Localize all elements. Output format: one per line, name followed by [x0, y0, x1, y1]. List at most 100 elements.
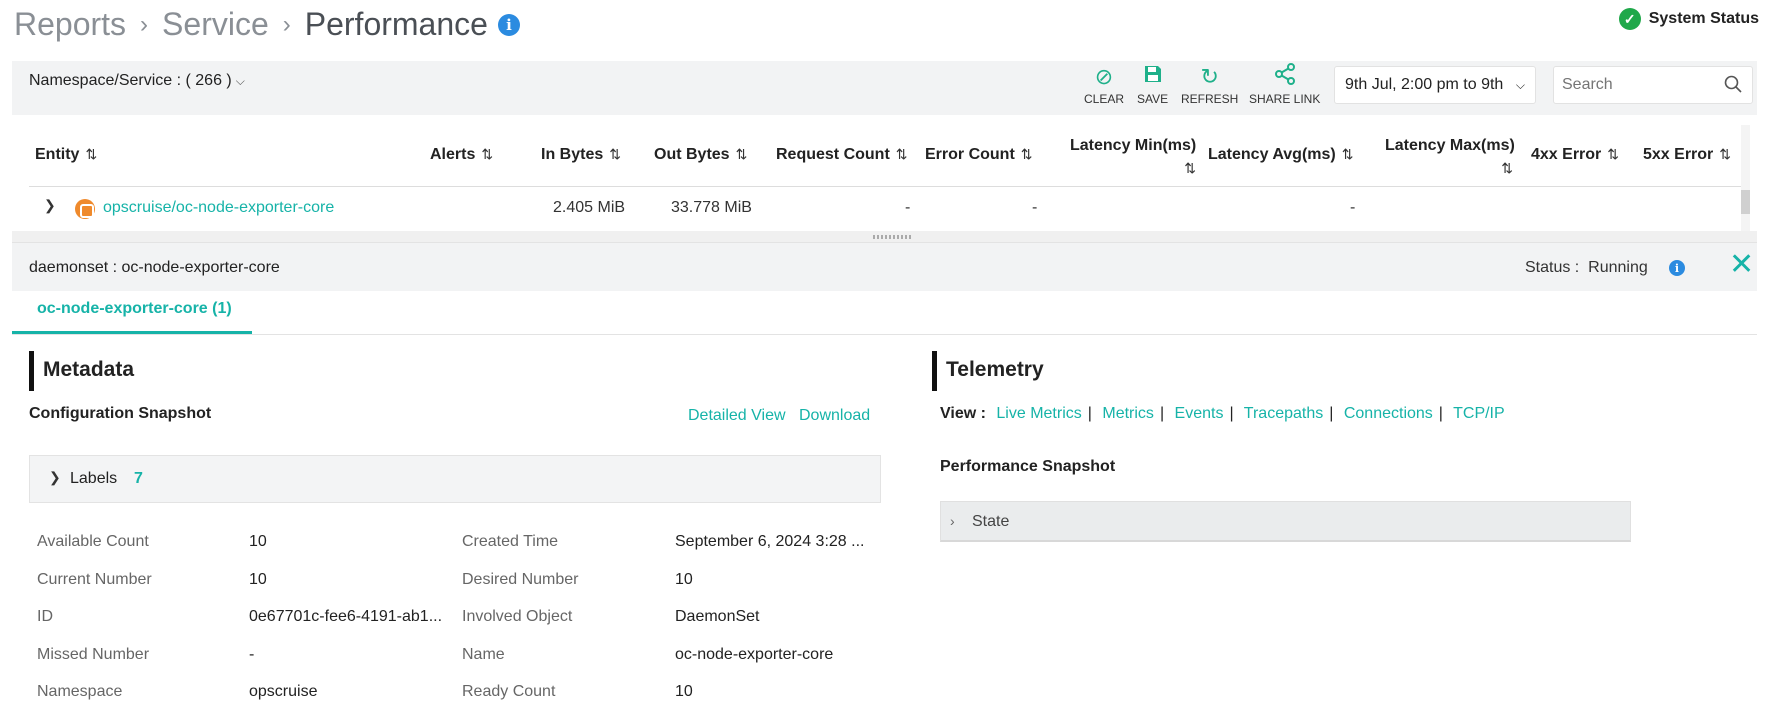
column-header-out-bytes[interactable]: Out Bytes ⇅ [654, 146, 747, 164]
info-icon[interactable]: i [497, 13, 520, 36]
download-link[interactable]: Download [799, 407, 870, 425]
table-scroll-track[interactable] [1741, 125, 1750, 231]
detail-title: daemonset : oc-node-exporter-core [29, 259, 280, 276]
field-label: Available Count [37, 533, 149, 550]
share-icon [1273, 62, 1297, 92]
sort-icon[interactable]: ⇅ [609, 146, 621, 162]
breadcrumb: Reports › Service › Performance i [14, 6, 520, 43]
date-range-select[interactable]: 9th Jul, 2:00 pm to 9th ⌵ [1334, 66, 1536, 104]
share-link-button[interactable]: SHARE LINK [1249, 62, 1320, 106]
field-value: 10 [249, 571, 267, 588]
chevron-right-icon: › [950, 513, 955, 529]
column-header-request-count[interactable]: Request Count ⇅ [776, 146, 908, 164]
error-count-cell: - [1032, 199, 1038, 216]
column-header-error-count[interactable]: Error Count ⇅ [925, 146, 1033, 164]
system-status-label: System Status [1648, 10, 1759, 27]
connections-link[interactable]: Connections [1344, 405, 1433, 422]
field-value: 0e67701c-fee6-4191-ab1... [249, 608, 443, 625]
share-link-label: SHARE LINK [1249, 92, 1321, 106]
clear-button[interactable]: ⊘ CLEAR [1084, 62, 1124, 106]
column-header-4xx-error[interactable]: 4xx Error ⇅ [1531, 146, 1619, 164]
telemetry-view-links: View : Live Metrics | Metrics | Events | Tr… [940, 405, 1505, 422]
clear-label: CLEAR [1084, 92, 1125, 106]
sort-icon[interactable]: ⇅ [481, 146, 493, 162]
field-value: oc-node-exporter-core [675, 646, 834, 663]
search-input[interactable] [1554, 67, 1714, 103]
active-tab-indicator [12, 331, 252, 334]
chevron-right-icon: › [282, 10, 291, 38]
refresh-label: REFRESH [1181, 92, 1239, 106]
events-link[interactable]: Events [1175, 405, 1224, 422]
column-header-latency-avg[interactable]: Latency Avg(ms) ⇅ [1208, 146, 1353, 164]
field-label: Desired Number [462, 571, 579, 588]
daemonset-icon [75, 199, 95, 219]
sort-icon[interactable]: ⇅ [1501, 160, 1513, 176]
column-header-5xx-error[interactable]: 5xx Error ⇅ [1643, 146, 1731, 164]
field-label: Current Number [37, 571, 152, 588]
field-value: 10 [249, 533, 267, 550]
latency-avg-cell: - [1350, 199, 1356, 216]
info-icon[interactable]: i [1669, 260, 1685, 276]
system-status-button[interactable]: ✓ System Status [1618, 8, 1759, 30]
field-value: - [249, 646, 255, 663]
namespace-service-dropdown[interactable]: Namespace/Service : ( 266 ) ⌵ [29, 72, 245, 90]
status-text: Status : Running [1525, 259, 1648, 276]
save-button[interactable]: SAVE [1137, 62, 1168, 106]
column-header-latency-max[interactable]: Latency Max(ms) ⇅ [1385, 135, 1515, 180]
sort-icon[interactable]: ⇅ [1342, 146, 1354, 162]
namespace-service-label: Namespace/Service : ( 266 ) [29, 72, 232, 89]
telemetry-title: Telemetry [946, 358, 1044, 381]
column-header-latency-min[interactable]: Latency Min(ms) ⇅ [1070, 135, 1196, 180]
labels-title: Labels [70, 470, 118, 487]
table-scrollbar-thumb[interactable] [1741, 190, 1750, 214]
column-header-alerts[interactable]: Alerts ⇅ [430, 146, 493, 164]
performance-snapshot-title: Performance Snapshot [940, 458, 1116, 475]
tcp-ip-link[interactable]: TCP/IP [1453, 405, 1505, 422]
sort-icon[interactable]: ⇅ [1021, 146, 1033, 162]
sort-icon[interactable]: ⇅ [1719, 146, 1731, 162]
clear-icon: ⊘ [1094, 64, 1114, 89]
refresh-button[interactable]: ↻ REFRESH [1181, 62, 1238, 106]
metrics-link[interactable]: Metrics [1102, 405, 1154, 422]
refresh-icon: ↻ [1200, 64, 1219, 89]
field-label: Involved Object [462, 608, 573, 625]
detailed-view-link[interactable]: Detailed View [688, 407, 786, 425]
search-icon[interactable] [1724, 75, 1742, 98]
labels-accordion[interactable] [29, 455, 881, 503]
state-accordion[interactable] [940, 501, 1631, 542]
resize-grip-icon[interactable] [873, 235, 911, 239]
field-value: opscruise [249, 683, 318, 700]
sort-icon[interactable]: ⇅ [1184, 160, 1196, 176]
sort-icon[interactable]: ⇅ [85, 146, 97, 162]
date-range-value: 9th Jul, 2:00 pm to 9th [1345, 76, 1504, 93]
close-icon[interactable]: ✕ [1729, 250, 1754, 280]
chevron-down-icon: ⌵ [235, 73, 245, 88]
field-label: Namespace [37, 683, 123, 700]
live-metrics-link[interactable]: Live Metrics [996, 405, 1081, 422]
chevron-right-icon: › [140, 10, 149, 38]
expand-row-icon[interactable]: ❯ [44, 197, 56, 215]
field-label: Missed Number [37, 646, 150, 663]
field-label: Ready Count [462, 683, 556, 700]
field-label: Name [462, 646, 505, 663]
section-marker [932, 351, 937, 391]
tab-divider [12, 334, 1757, 335]
tab-oc-node-exporter-core[interactable]: oc-node-exporter-core (1) [37, 300, 232, 318]
view-label: View : [940, 405, 986, 422]
labels-count-badge: 7 [134, 470, 143, 487]
sort-icon[interactable]: ⇅ [1607, 146, 1619, 162]
column-header-in-bytes[interactable]: In Bytes ⇅ [541, 146, 621, 164]
field-label: ID [37, 608, 53, 625]
column-header-entity[interactable]: Entity ⇅ [35, 146, 97, 164]
breadcrumb-reports[interactable]: Reports [14, 6, 126, 43]
tracepaths-link[interactable]: Tracepaths [1244, 405, 1323, 422]
field-value: DaemonSet [675, 608, 760, 625]
check-circle-icon: ✓ [1618, 8, 1641, 30]
request-count-cell: - [905, 199, 911, 216]
breadcrumb-service[interactable]: Service [162, 6, 269, 43]
chevron-right-icon: ❯ [49, 469, 61, 485]
sort-icon[interactable]: ⇅ [736, 146, 748, 162]
field-value: 10 [675, 683, 693, 700]
entity-link[interactable]: opscruise/oc-node-exporter-core [103, 199, 334, 217]
sort-icon[interactable]: ⇅ [896, 146, 908, 162]
